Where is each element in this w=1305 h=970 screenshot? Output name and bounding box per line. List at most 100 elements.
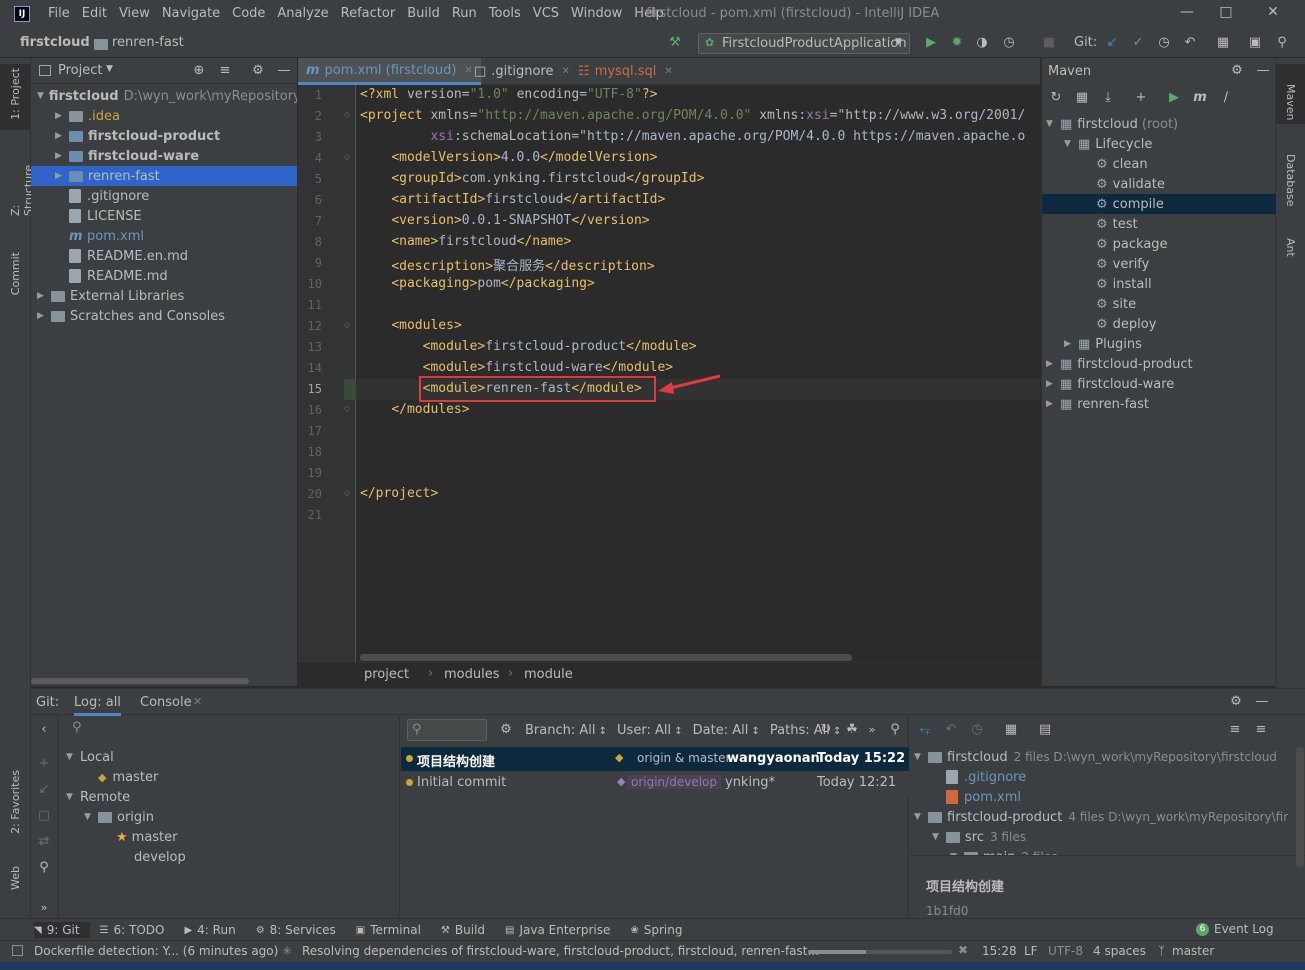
search-icon[interactable]: ⚲ (1273, 34, 1291, 52)
toolwindow-button[interactable]: ◥ 9: Git (34, 922, 90, 938)
chevron-down-icon[interactable]: ▼ (914, 752, 928, 762)
event-log-button[interactable]: 6 Event Log (1196, 922, 1274, 936)
chevron-right-icon[interactable]: ▶ (55, 131, 69, 141)
more-icon[interactable]: » (35, 899, 53, 917)
maven-tree-item[interactable]: ⚙ validate (1042, 174, 1276, 194)
tool-tab-web[interactable]: Web (0, 864, 31, 914)
chevron-right-icon[interactable]: ▶ (1046, 379, 1060, 389)
tool-tab-structure[interactable]: Z: Structure (0, 150, 35, 216)
breadcrumb-project[interactable]: firstcloud (20, 35, 90, 50)
history-icon[interactable]: ◷ (968, 721, 986, 739)
menu-navigate[interactable]: Navigate (156, 6, 226, 21)
menu-code[interactable]: Code (226, 6, 271, 21)
menu-window[interactable]: Window (565, 6, 628, 21)
maven-tree-item[interactable]: ▶ ▦ firstcloud-ware (1042, 374, 1276, 394)
refresh-icon[interactable]: ↻ (817, 721, 835, 739)
log-filter-branch[interactable]: Branch: All ↕ (525, 723, 607, 738)
tool-tab-favorites[interactable]: 2: Favorites (0, 768, 31, 848)
menu-run[interactable]: Run (446, 6, 483, 21)
toolwindow-button[interactable]: ❀ Spring (620, 922, 692, 938)
history-icon[interactable]: ◷ (1155, 34, 1173, 52)
menu-tools[interactable]: Tools (483, 6, 527, 21)
branch-tree-item[interactable]: ▼ Remote (60, 787, 130, 807)
stop-icon[interactable]: ■ (1040, 34, 1058, 52)
expand-all-icon[interactable]: ≡ (1226, 721, 1244, 739)
hide-icon[interactable]: — (1253, 693, 1271, 711)
tool-tab-maven[interactable]: Maven (1276, 64, 1305, 124)
gear-icon[interactable]: ⚙ (1228, 62, 1246, 80)
changes-tree-item[interactable]: .gitignore (910, 767, 1026, 787)
chevron-right-icon[interactable]: ▶ (37, 291, 51, 301)
chevron-down-icon[interactable]: ▼ (66, 752, 80, 762)
add-icon[interactable]: + (1132, 89, 1150, 107)
tab-console[interactable]: Console (140, 695, 192, 710)
locate-icon[interactable]: ⊕ (190, 62, 208, 80)
run-icon[interactable]: ▶ (922, 34, 940, 52)
editor-tab[interactable]: □ .gitignore ✕ (466, 58, 578, 85)
chevron-down-icon[interactable]: ▼ (914, 812, 928, 822)
toolwindow-button[interactable]: ▤ Java Enterprise (495, 922, 620, 938)
menu-edit[interactable]: Edit (76, 6, 113, 21)
chevron-down-icon[interactable]: ▼ (932, 832, 946, 842)
hide-icon[interactable]: — (275, 62, 293, 80)
chevron-right-icon[interactable]: ▶ (37, 311, 51, 321)
delete-icon[interactable]: ▢ (35, 807, 53, 825)
add-folder-icon[interactable]: ▦ (1073, 89, 1091, 107)
chevron-right-icon[interactable]: ▶ (55, 111, 69, 121)
tool-tab-commit[interactable]: Commit (0, 250, 31, 310)
menu-vcs[interactable]: VCS (527, 6, 565, 21)
log-search-input[interactable]: ⚲ (407, 719, 487, 741)
breadcrumb-module[interactable]: module (524, 667, 573, 682)
branch-tree-item[interactable]: ◆ master (60, 767, 158, 787)
project-tree-item[interactable]: ▼ firstcloud D:\wyn_work\myRepository\ (31, 86, 297, 106)
download-icon[interactable]: ⤓ (1099, 89, 1117, 107)
chevron-down-icon[interactable]: ▼ (84, 812, 98, 822)
menu-refactor[interactable]: Refactor (335, 6, 402, 21)
maximize-icon[interactable]: □ (1214, 4, 1238, 24)
presentation-icon[interactable]: ▣ (1246, 34, 1264, 52)
tool-tab-ant[interactable]: Ant (1276, 222, 1305, 266)
collapse-all-icon[interactable]: ≡ (216, 62, 234, 80)
search-icon[interactable]: ⚲ (886, 721, 904, 739)
build-hammer-icon[interactable]: ⚒ (666, 34, 684, 52)
project-tree-item[interactable]: .gitignore (31, 186, 297, 206)
horizontal-scrollbar[interactable] (31, 678, 249, 684)
project-tree-item[interactable]: ▶ Scratches and Consoles (31, 306, 297, 326)
branch-tree-item[interactable]: ▼ origin (60, 807, 154, 827)
indent-setting[interactable]: 4 spaces (1093, 944, 1146, 958)
chevron-down-icon[interactable]: ▼ (106, 64, 113, 74)
chevron-down-icon[interactable]: ▼ (66, 792, 80, 802)
commit-check-icon[interactable]: ✓ (1129, 34, 1147, 52)
chevron-right-icon[interactable]: ▶ (55, 171, 69, 181)
maven-tree-item[interactable]: ⚙ package (1042, 234, 1276, 254)
cancel-progress-icon[interactable]: ✖ (958, 943, 968, 957)
project-tree-item[interactable]: README.en.md (31, 246, 297, 266)
toolwindow-button[interactable]: ▶ 4: Run (174, 922, 245, 938)
maven-tree-item[interactable]: ▼ ▦ firstcloud (root) (1042, 114, 1276, 134)
breadcrumb-folder[interactable]: renren-fast (112, 35, 184, 50)
editor-tab[interactable]: m pom.xml (firstcloud) ✕ (298, 58, 481, 85)
search-icon[interactable]: ⚲ (72, 720, 82, 735)
close-icon[interactable]: ✕ (1261, 4, 1285, 24)
changes-tree-item[interactable]: ▼main2 files (910, 847, 1057, 855)
reload-icon[interactable]: ↻ (1047, 89, 1065, 107)
profile-icon[interactable]: ◷ (1000, 34, 1018, 52)
commit-row[interactable]: Initial commit origin/develop ◆ ynking* Toda… (401, 771, 909, 795)
update-icon[interactable]: ↙ (35, 781, 53, 799)
chevron-right-icon[interactable]: ▶ (1046, 359, 1060, 369)
close-tab-icon[interactable]: ✕ (193, 695, 202, 708)
search-icon[interactable]: ⚲ (35, 859, 53, 877)
log-filter-user[interactable]: User: All ↕ (617, 723, 683, 738)
chevron-right-icon[interactable]: ▶ (55, 151, 69, 161)
tab-log-all[interactable]: Log: all (74, 695, 121, 716)
chevron-down-icon[interactable]: ▼ (1064, 139, 1078, 149)
commit-row[interactable]: 项目结构创建 origin & master ◆ wangyaonan Today 15… (401, 747, 909, 771)
project-tree-item[interactable]: LICENSE (31, 206, 297, 226)
editor-horizontal-scrollbar[interactable] (360, 654, 852, 661)
chevron-left-icon[interactable]: ‹ (35, 721, 53, 739)
project-tree-item[interactable]: ▶ firstcloud-ware (31, 146, 297, 166)
run-icon[interactable]: ▶ (1165, 89, 1183, 107)
close-tab-icon[interactable]: ✕ (562, 66, 570, 77)
compare-icon[interactable]: ⇄ (35, 833, 53, 851)
gear-icon[interactable]: ⚙ (1227, 693, 1245, 711)
